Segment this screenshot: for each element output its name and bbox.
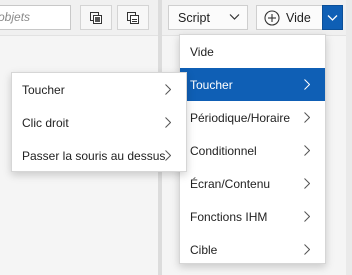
chevron-right-icon	[304, 211, 310, 222]
chevron-right-icon	[304, 79, 310, 90]
menu-item-label: Cible	[190, 242, 218, 257]
toucher-submenu: Toucher Clic droit Passer la souris au d…	[11, 72, 187, 172]
chevron-right-icon	[304, 112, 310, 123]
submenu-item-label: Clic droit	[22, 115, 69, 130]
script-label: Script	[178, 10, 210, 25]
script-dropdown[interactable]: Script	[168, 5, 248, 30]
menu-item-vide[interactable]: Vide	[180, 35, 325, 68]
chevron-right-icon	[165, 84, 171, 95]
duplicate-icon	[127, 11, 139, 24]
new-dropdown-button[interactable]	[322, 5, 343, 30]
chevron-right-icon	[165, 117, 171, 128]
menu-item-conditionnel[interactable]: Conditionnel	[180, 134, 325, 167]
copy-icon	[90, 11, 102, 24]
duplicate-button[interactable]	[117, 5, 149, 30]
menu-item-label: Toucher	[190, 77, 233, 92]
new-button[interactable]: Vide	[256, 5, 322, 30]
right-edge-strip	[346, 0, 352, 275]
menu-item-label: Conditionnel	[190, 143, 257, 158]
menu-item-fonctions-ihm[interactable]: Fonctions IHM	[180, 200, 325, 233]
menu-item-toucher[interactable]: Toucher	[180, 68, 325, 101]
menu-item-label: Périodique/Horaire	[190, 110, 291, 125]
submenu-item-toucher[interactable]: Toucher	[12, 73, 186, 106]
menu-item-ecran-contenu[interactable]: Écran/Contenu	[180, 167, 325, 200]
chevron-right-icon	[304, 244, 310, 255]
search-objects-input[interactable]: objets	[0, 5, 71, 30]
menu-item-periodique-horaire[interactable]: Périodique/Horaire	[180, 101, 325, 134]
menu-item-label: Écran/Contenu	[190, 176, 271, 191]
chevron-right-icon	[304, 145, 310, 156]
plus-circle-icon	[264, 9, 280, 26]
menu-item-cible[interactable]: Cible	[180, 233, 325, 266]
copy-button[interactable]	[80, 5, 112, 30]
chevron-right-icon	[304, 178, 310, 189]
new-label: Vide	[286, 10, 311, 25]
submenu-item-label: Passer la souris au dessus	[22, 148, 166, 163]
chevron-down-icon	[229, 14, 240, 20]
chevron-right-icon	[165, 150, 171, 161]
menu-item-label: Fonctions IHM	[190, 209, 268, 224]
submenu-item-label: Toucher	[22, 82, 65, 97]
submenu-item-survol[interactable]: Passer la souris au dessus	[12, 139, 186, 172]
submenu-item-clic-droit[interactable]: Clic droit	[12, 106, 186, 139]
chevron-down-icon	[327, 14, 338, 21]
new-dropdown-menu: Vide Toucher Périodique/Horaire Conditio…	[179, 34, 326, 264]
menu-item-label: Vide	[190, 44, 214, 59]
